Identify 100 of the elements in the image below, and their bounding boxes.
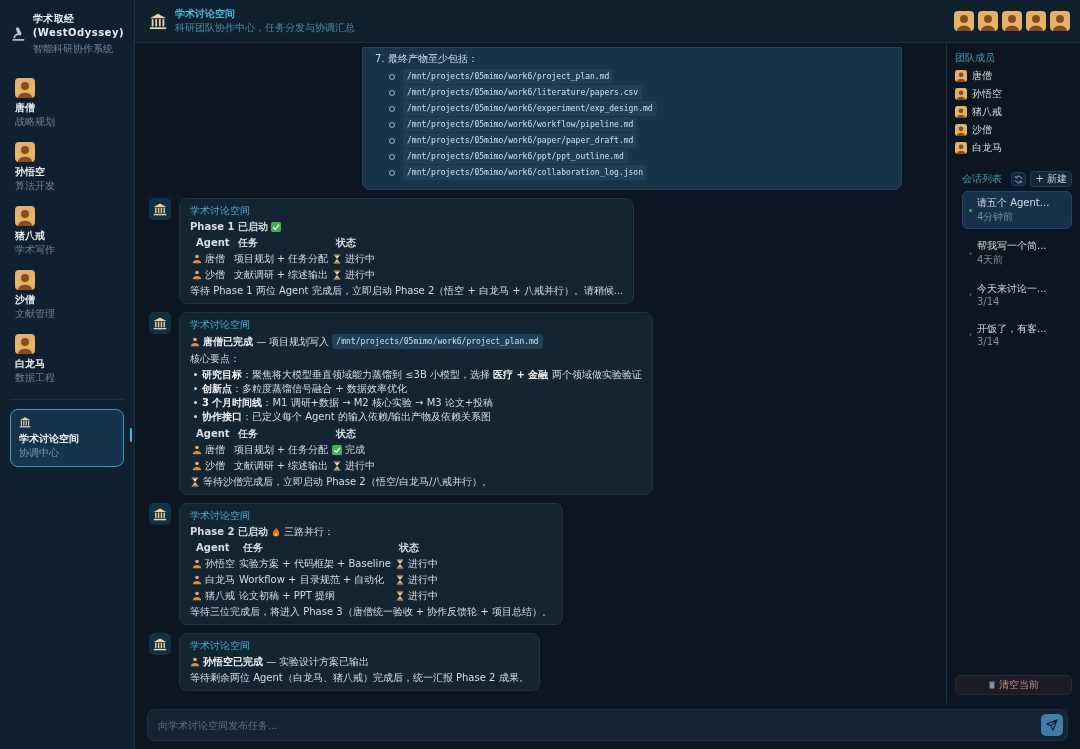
status-text: 进行中: [407, 589, 438, 602]
check-icon: [270, 221, 281, 232]
avatar-icon: [15, 142, 35, 162]
session-item[interactable]: 开饭了，有客... 3/14: [962, 317, 1072, 352]
agent-name[interactable]: 白龙马: [15, 357, 45, 371]
building-icon: [149, 198, 171, 220]
message-text: 等待 Phase 1 两位 Agent 完成后，立即启动 Phase 2（悟空 + 白龙马 + 八戒并行）。请稍候...: [190, 284, 624, 297]
avatar-icon: [15, 334, 35, 354]
member-name: 猪八戒: [972, 105, 1002, 119]
file-path: /mnt/projects/05mimo/work6/project_plan.md: [403, 69, 614, 84]
building-icon: [149, 312, 171, 334]
person-icon: [192, 558, 202, 569]
session-item[interactable]: 今天来讨论一... 3/14: [962, 277, 1072, 312]
task-input[interactable]: 向学术讨论空间发布任务...: [147, 709, 1068, 741]
avatar-icon: [1026, 11, 1046, 31]
member-name: 孙悟空: [972, 87, 1002, 101]
send-button[interactable]: [1041, 714, 1063, 736]
agent-name[interactable]: 唐僧: [15, 101, 35, 115]
member-name: 白龙马: [972, 141, 1002, 155]
building-icon: [149, 12, 167, 30]
file-path: /mnt/projects/05mimo/work6/experiment/exp_design.md: [403, 101, 657, 116]
new-session-button[interactable]: + 新建: [1030, 171, 1072, 187]
column-header: 状态: [397, 541, 420, 554]
task-cell: 文献调研 + 综述输出: [233, 268, 329, 281]
agent-name[interactable]: 孙悟空: [15, 165, 45, 179]
status-text: 进行中: [407, 557, 438, 570]
avatar-icon: [1050, 11, 1070, 31]
column-header: 任务: [242, 541, 264, 554]
app-tagline: 智能科研协作系统: [32, 42, 114, 56]
agent-name: 沙僧: [205, 268, 225, 281]
session-item[interactable]: 帮我写一个简... 4天前: [962, 234, 1072, 272]
task-cell: 文献调研 + 综述输出: [233, 459, 329, 472]
sender-name: 学术讨论空间: [190, 319, 251, 331]
file-path: /mnt/projects/05mimo/work6/project_plan.md: [332, 334, 543, 349]
avatar-icon: [15, 78, 35, 98]
agent-name[interactable]: 猪八戒: [15, 229, 45, 243]
agent-role: 文献管理: [15, 307, 55, 321]
hourglass-icon: [394, 574, 405, 585]
session-item[interactable]: 请五个 Agent... 4分钟前: [962, 191, 1072, 229]
bullet-text: 协作接口：已定义每个 Agent 的输入依赖/输出产物及依赖关系图: [202, 410, 492, 423]
task-cell: 实验方案 + 代码框架 + Baseline: [239, 557, 391, 570]
status-text: 进行中: [345, 268, 376, 281]
room-name: 学术讨论空间: [19, 432, 80, 446]
sender-name: 学术讨论空间: [190, 205, 251, 217]
person-icon: [192, 269, 202, 280]
status-text: 进行中: [345, 459, 376, 472]
avatar-icon: [955, 106, 967, 118]
avatar-icon: [15, 206, 35, 226]
avatar-icon: [955, 124, 967, 136]
status-text: 完成: [345, 443, 366, 456]
microscope-icon: [10, 25, 27, 43]
person-icon: [192, 574, 202, 585]
file-path: /mnt/projects/05mimo/work6/literature/papers.csv: [403, 85, 643, 100]
agent-name: 唐僧: [205, 252, 225, 265]
app-subtitle: (WestOdyssey): [32, 26, 124, 40]
room-role: 协调中心: [19, 446, 60, 460]
bullet-text: 3 个月时间线：M1 调研+数据 → M2 核心实验 → M3 论文+投稿: [202, 396, 494, 409]
avatar-icon: [1002, 11, 1022, 31]
column-header: Agent: [195, 236, 230, 249]
person-icon: [190, 656, 200, 667]
phase-heading: Phase 1 已启动: [190, 220, 268, 233]
sender-name: 学术讨论空间: [190, 510, 251, 522]
message-text: 孙悟空已完成 — 实验设计方案已输出: [203, 655, 370, 668]
send-icon: [1045, 718, 1059, 732]
message-text: 等待沙僧完成后，立即启动 Phase 2（悟空/白龙马/八戒并行）。: [203, 475, 493, 488]
agent-name[interactable]: 沙僧: [15, 293, 35, 307]
bullet-icon: [194, 415, 197, 418]
scrollbar[interactable]: [130, 428, 132, 442]
file-path: /mnt/projects/05mimo/work6/paper/paper_draft.md: [403, 133, 638, 148]
avatar-icon: [978, 11, 998, 31]
heading-note: 三路并行：: [283, 525, 334, 538]
status-text: 进行中: [345, 252, 376, 265]
column-header: 状态: [334, 427, 358, 440]
agent-name: 唐僧: [205, 443, 225, 456]
status-text: 进行中: [407, 573, 438, 586]
room-card[interactable]: 学术讨论空间 协调中心: [10, 409, 124, 467]
message-text: 等待剩余两位 Agent（白龙马、猪八戒）完成后，统一汇报 Phase 2 成果。: [190, 671, 529, 684]
clear-button[interactable]: 清空当前: [955, 675, 1072, 695]
person-icon: [192, 444, 202, 455]
hourglass-icon: [394, 558, 405, 569]
avatar-icon: [955, 88, 967, 100]
file-path: /mnt/projects/05mimo/work6/workflow/pipeline.md: [403, 117, 638, 132]
building-icon: [149, 633, 171, 655]
bullet-icon: [194, 401, 197, 404]
page-title: 学术讨论空间: [175, 7, 236, 21]
agent-name: 孙悟空: [205, 557, 235, 570]
list-number: 7.: [375, 52, 385, 65]
hourglass-icon: [332, 460, 343, 471]
agent-role: 战略规划: [15, 115, 55, 129]
check-icon: [332, 444, 343, 455]
avatar-icon: [954, 11, 974, 31]
hourglass-icon: [394, 590, 405, 601]
person-icon: [190, 336, 200, 347]
bullet-text: 研究目标：聚焦将大模型垂直领域能力蒸馏到 ≤3B 小模型，选择 医疗 + 金融 两个领域做实验验证: [202, 368, 642, 381]
refresh-button[interactable]: [1011, 172, 1027, 186]
file-path: /mnt/projects/05mimo/work6/collaboration_log.json: [403, 165, 647, 180]
building-icon: [149, 503, 171, 525]
bullet-text: 创新点：多粒度蒸馏信号融合 + 数据效率优化: [202, 382, 407, 395]
page-subtitle: 科研团队协作中心，任务分发与协调汇总: [175, 21, 355, 35]
agent-name: 猪八戒: [205, 589, 235, 602]
